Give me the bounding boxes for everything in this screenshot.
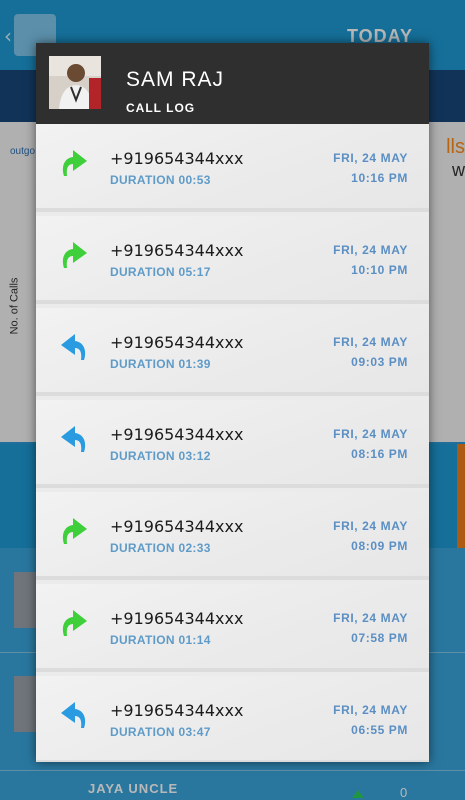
- call-time: 08:09 PM: [351, 539, 408, 553]
- call-date: FRI, 24 MAY: [333, 243, 408, 257]
- outgoing-call-icon: [60, 516, 88, 546]
- call-date: FRI, 24 MAY: [333, 335, 408, 349]
- outgoing-call-icon: [60, 240, 88, 270]
- call-log-row[interactable]: +919654344xxx DURATION 01:39 FRI, 24 MAY 09…: [36, 308, 429, 396]
- incoming-call-icon: [60, 424, 88, 454]
- phone-number[interactable]: +919654344xxx: [110, 609, 243, 628]
- call-duration: DURATION 03:12: [110, 449, 211, 463]
- call-log-row[interactable]: +919654344xxx DURATION 05:17 FRI, 24 MAY 10…: [36, 216, 429, 304]
- outgoing-call-icon: [60, 608, 88, 638]
- call-date: FRI, 24 MAY: [333, 151, 408, 165]
- call-duration: DURATION 01:39: [110, 357, 211, 371]
- call-log-row[interactable]: +919654344xxx DURATION 03:12 FRI, 24 MAY 08…: [36, 400, 429, 488]
- phone-number[interactable]: +919654344xxx: [110, 241, 243, 260]
- dialog-header: SAM RAJ CALL LOG: [36, 43, 429, 124]
- call-log-row[interactable]: +919654344xxx DURATION 03:47 FRI, 24 MAY 06…: [36, 676, 429, 762]
- call-duration: DURATION 01:14: [110, 633, 211, 647]
- call-time: 08:16 PM: [351, 447, 408, 461]
- call-duration: DURATION 02:33: [110, 541, 211, 555]
- dialog-subtitle: CALL LOG: [126, 101, 196, 115]
- call-log-dialog: SAM RAJ CALL LOG +919654344xxx DURATION 0…: [36, 43, 429, 762]
- call-time: 10:10 PM: [351, 263, 408, 277]
- call-time: 10:16 PM: [351, 171, 408, 185]
- call-duration: DURATION 03:47: [110, 725, 211, 739]
- phone-number[interactable]: +919654344xxx: [110, 517, 243, 536]
- incoming-call-icon: [60, 332, 88, 362]
- call-log-row[interactable]: +919654344xxx DURATION 00:53 FRI, 24 MAY 10…: [36, 124, 429, 212]
- contact-name: SAM RAJ: [126, 68, 225, 91]
- call-log-row[interactable]: +919654344xxx DURATION 01:14 FRI, 24 MAY 07…: [36, 584, 429, 672]
- phone-number[interactable]: +919654344xxx: [110, 425, 243, 444]
- call-date: FRI, 24 MAY: [333, 427, 408, 441]
- call-time: 09:03 PM: [351, 355, 408, 369]
- call-log-list: +919654344xxx DURATION 00:53 FRI, 24 MAY 10…: [36, 124, 429, 762]
- incoming-call-icon: [60, 700, 88, 730]
- call-duration: DURATION 00:53: [110, 173, 211, 187]
- call-duration: DURATION 05:17: [110, 265, 211, 279]
- call-date: FRI, 24 MAY: [333, 703, 408, 717]
- call-log-row[interactable]: +919654344xxx DURATION 02:33 FRI, 24 MAY 08…: [36, 492, 429, 580]
- phone-number[interactable]: +919654344xxx: [110, 701, 243, 720]
- contact-avatar: [49, 56, 101, 109]
- call-date: FRI, 24 MAY: [333, 519, 408, 533]
- call-date: FRI, 24 MAY: [333, 611, 408, 625]
- call-time: 07:58 PM: [351, 631, 408, 645]
- phone-number[interactable]: +919654344xxx: [110, 149, 243, 168]
- phone-number[interactable]: +919654344xxx: [110, 333, 243, 352]
- outgoing-call-icon: [60, 148, 88, 178]
- call-time: 06:55 PM: [351, 723, 408, 737]
